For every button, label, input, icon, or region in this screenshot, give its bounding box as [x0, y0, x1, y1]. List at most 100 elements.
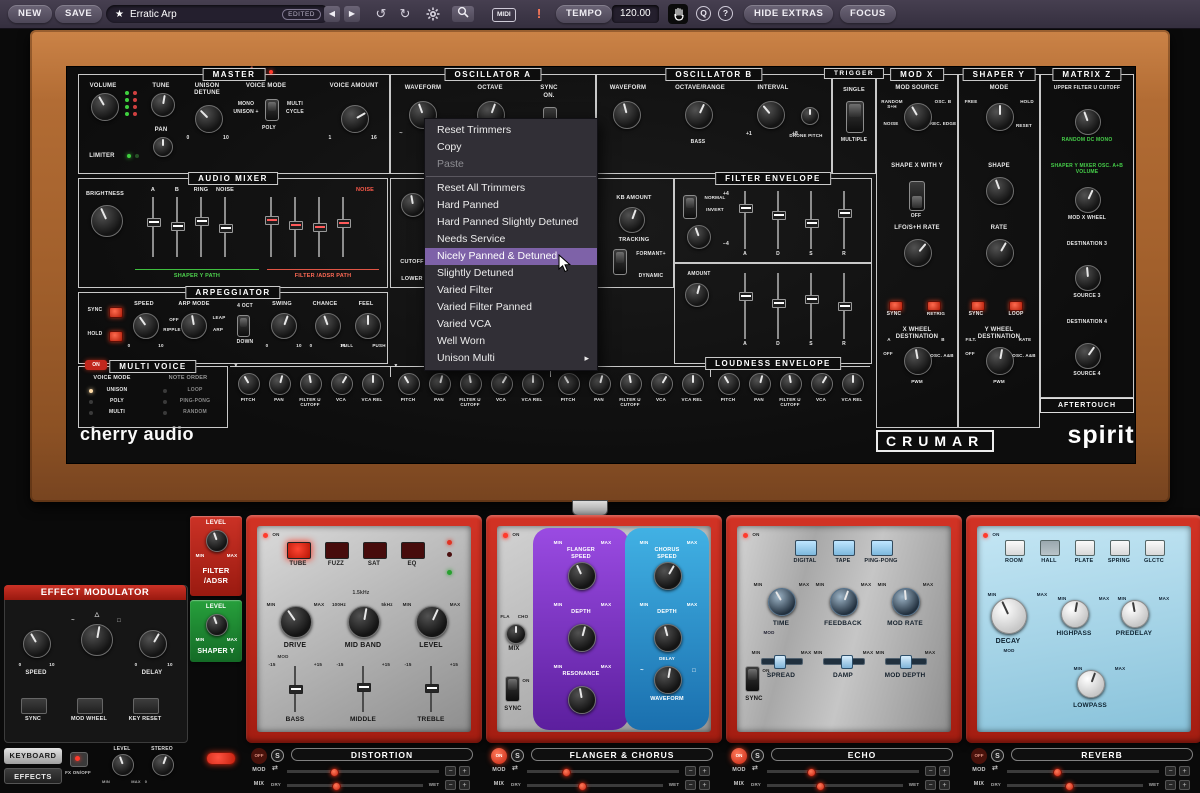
- plus-button[interactable]: +: [1179, 780, 1190, 790]
- plus-button[interactable]: +: [1179, 766, 1190, 776]
- mixer-slider[interactable]: [219, 197, 231, 257]
- alert-icon[interactable]: !: [530, 5, 548, 23]
- filter-cutoff-knob[interactable]: [401, 193, 425, 217]
- mix-slider-thumb[interactable]: [816, 782, 825, 791]
- shape-knob[interactable]: [986, 177, 1014, 205]
- filter-env-amount-knob[interactable]: [687, 225, 711, 249]
- volume-knob[interactable]: [91, 93, 119, 121]
- reverb-button-glctc[interactable]: [1145, 540, 1165, 556]
- fla-cho-mix-knob[interactable]: [506, 624, 526, 644]
- menu-item-well-worn[interactable]: Well Worn: [425, 333, 597, 350]
- echo-knob[interactable]: [768, 588, 796, 616]
- mixer-slider[interactable]: [313, 197, 325, 257]
- em-speed-knob[interactable]: [23, 630, 51, 658]
- mixer-slider[interactable]: [171, 197, 183, 257]
- help-icon[interactable]: ?: [718, 6, 733, 21]
- level-knob[interactable]: [206, 530, 228, 552]
- power-button[interactable]: ON: [731, 748, 747, 764]
- mixer-slider[interactable]: [195, 197, 207, 257]
- mixer-slider[interactable]: [289, 197, 301, 257]
- new-button[interactable]: NEW: [8, 5, 52, 23]
- envelope-slider[interactable]: [772, 191, 784, 249]
- level-knob[interactable]: [206, 614, 228, 636]
- voice-4-knob[interactable]: [749, 373, 771, 395]
- tune-knob[interactable]: [151, 93, 175, 117]
- fader-cap[interactable]: [774, 655, 786, 669]
- mod-slider[interactable]: [767, 770, 919, 773]
- tempo-value[interactable]: 120.00: [612, 5, 659, 23]
- redo-icon[interactable]: ↻: [396, 5, 414, 23]
- envelope-slider[interactable]: [838, 191, 850, 249]
- matrix-knob-4[interactable]: [1075, 343, 1101, 369]
- em-wave-shape-knob[interactable]: [81, 624, 113, 656]
- voice-2-knob[interactable]: [460, 373, 482, 395]
- octave-range-switch[interactable]: [237, 315, 250, 337]
- envelope-slider[interactable]: [838, 273, 850, 339]
- preset-selector[interactable]: ★ Erratic Arp EDITED: [106, 5, 330, 23]
- envelope-slider[interactable]: [772, 273, 784, 339]
- menu-item-needs-service[interactable]: Needs Service: [425, 231, 597, 248]
- brightness-knob[interactable]: [91, 205, 123, 237]
- highpass-knob[interactable]: [1061, 600, 1089, 628]
- gear-icon[interactable]: [424, 7, 442, 26]
- fader-cap[interactable]: [841, 655, 853, 669]
- menu-item-reset-all-trimmers[interactable]: Reset All Trimmers: [425, 180, 597, 197]
- trigger-switch[interactable]: [846, 101, 864, 133]
- minus-button[interactable]: −: [445, 780, 456, 790]
- em-button-key-reset[interactable]: [133, 698, 159, 714]
- mod-slider[interactable]: [287, 770, 439, 773]
- menu-item-copy[interactable]: Copy: [425, 139, 597, 156]
- voice-3-knob[interactable]: [558, 373, 580, 395]
- distortion-knob[interactable]: [416, 606, 448, 638]
- distortion-knob[interactable]: [348, 606, 380, 638]
- interval-knob[interactable]: [757, 101, 785, 129]
- reverb-button-room[interactable]: [1005, 540, 1025, 556]
- effects-button[interactable]: EFFECTS: [4, 768, 62, 784]
- voice-4-knob[interactable]: [780, 373, 802, 395]
- menu-item-reset-trimmers[interactable]: Reset Trimmers: [425, 122, 597, 139]
- arp-speed-knob[interactable]: [133, 313, 159, 339]
- drone-pitch-knob[interactable]: [801, 107, 819, 125]
- power-button[interactable]: OFF: [971, 748, 987, 764]
- menu-item-varied-filter-panned[interactable]: Varied Filter Panned: [425, 299, 597, 316]
- voice-2-knob[interactable]: [429, 373, 451, 395]
- fx-knob[interactable]: [654, 562, 682, 590]
- decay-knob[interactable]: [991, 598, 1027, 634]
- echo-fader[interactable]: [823, 658, 865, 665]
- unison-detune-knob[interactable]: [195, 105, 223, 133]
- midi-badge[interactable]: MIDI: [492, 8, 516, 22]
- save-button[interactable]: SAVE: [55, 5, 102, 23]
- panel-flip-toggle[interactable]: [206, 752, 236, 765]
- mix-slider-thumb[interactable]: [332, 782, 341, 791]
- shaper-loop-button[interactable]: [1009, 301, 1023, 311]
- panel-latch[interactable]: [572, 500, 608, 516]
- lfo-rate-knob[interactable]: [904, 239, 932, 267]
- voice-3-knob[interactable]: [651, 373, 673, 395]
- eq-slider[interactable]: [289, 666, 301, 712]
- kb-amount-knob[interactable]: [619, 207, 645, 233]
- stereo-width-knob[interactable]: [152, 754, 174, 776]
- menu-item-varied-filter[interactable]: Varied Filter: [425, 282, 597, 299]
- mod-x-sync-button[interactable]: [889, 301, 903, 311]
- solo-button[interactable]: S: [271, 749, 284, 762]
- plus-button[interactable]: +: [699, 780, 710, 790]
- y-wheel-knob[interactable]: [986, 347, 1014, 375]
- quantize-icon[interactable]: Q: [696, 6, 711, 21]
- reverb-button-spring[interactable]: [1110, 540, 1130, 556]
- feel-knob[interactable]: [355, 313, 381, 339]
- plus-button[interactable]: +: [699, 766, 710, 776]
- envelope-slider[interactable]: [805, 273, 817, 339]
- distortion-button-sat[interactable]: [363, 542, 387, 559]
- osc-b-octave-knob[interactable]: [685, 101, 713, 129]
- voice-1-knob[interactable]: [331, 373, 353, 395]
- x-wheel-knob[interactable]: [904, 347, 932, 375]
- matrix-knob-1[interactable]: [1075, 109, 1101, 135]
- voice-1-knob[interactable]: [300, 373, 322, 395]
- solo-button[interactable]: S: [991, 749, 1004, 762]
- echo-button-tape[interactable]: [833, 540, 855, 556]
- osc-b-waveform-knob[interactable]: [613, 101, 641, 129]
- matrix-knob-3[interactable]: [1075, 265, 1101, 291]
- envelope-slider[interactable]: [805, 191, 817, 249]
- plus-button[interactable]: +: [459, 766, 470, 776]
- reverb-button-hall[interactable]: [1040, 540, 1060, 556]
